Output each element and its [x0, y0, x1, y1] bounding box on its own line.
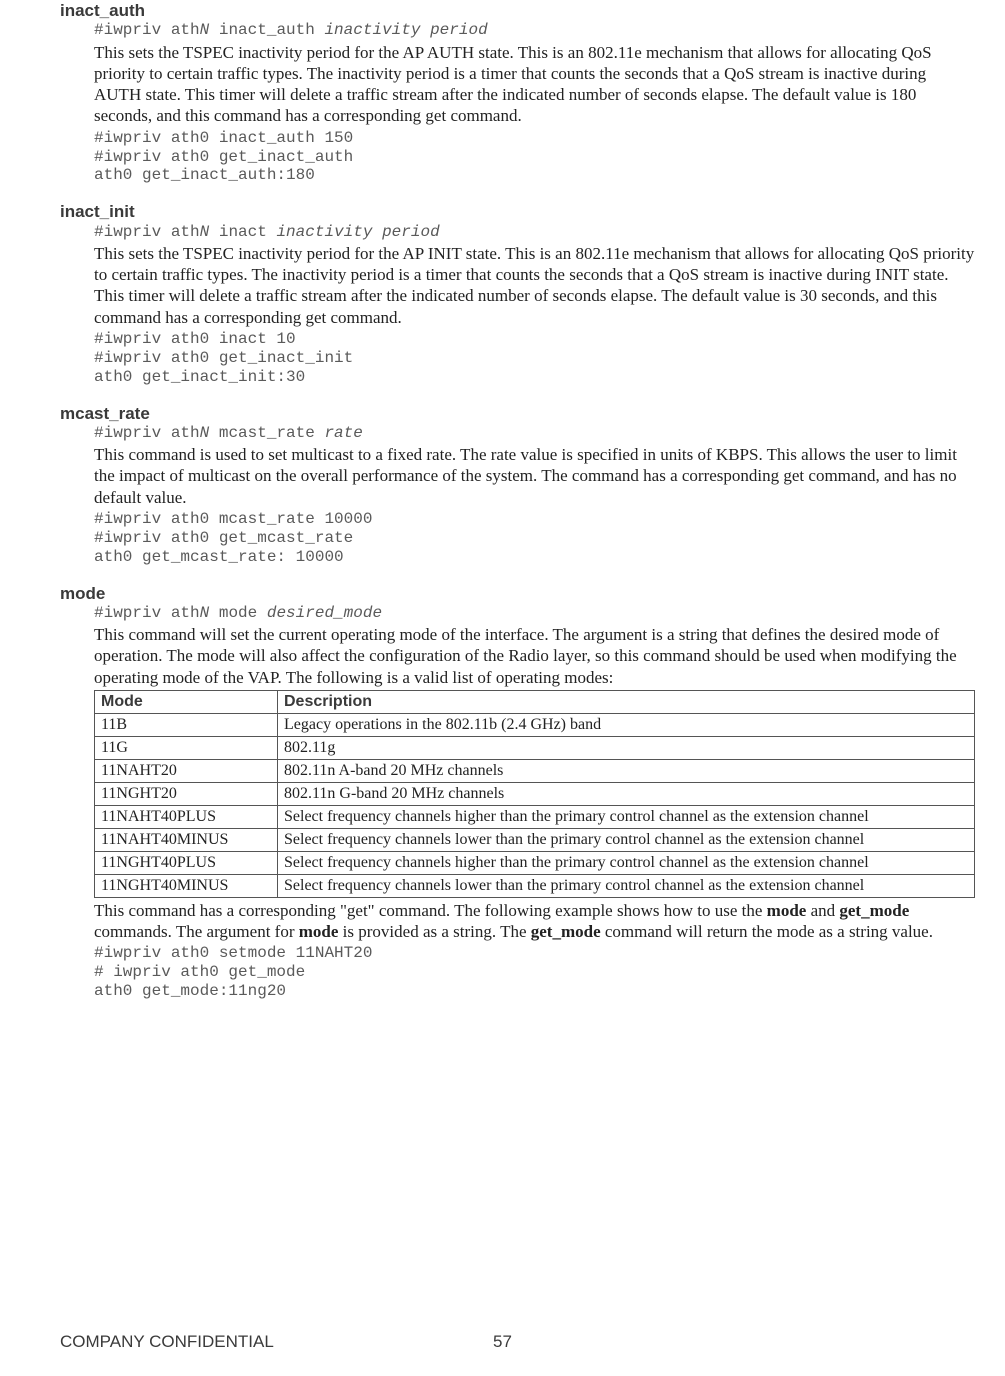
entry-title: inact_init — [60, 201, 975, 222]
post-table-text: This command has a corresponding "get" c… — [94, 900, 975, 943]
syntax-prefix: #iwpriv ath — [94, 223, 200, 241]
text: is provided as a string. The — [338, 922, 530, 941]
syntax-var: N — [200, 223, 210, 241]
footer-confidential: COMPANY CONFIDENTIAL — [60, 1331, 274, 1352]
example-block: #iwpriv ath0 inact 10 #iwpriv ath0 get_i… — [94, 330, 975, 387]
table-row: 11G802.11g — [95, 736, 975, 759]
table-row: 11NGHT20802.11n G-band 20 MHz channels — [95, 782, 975, 805]
syntax-var: inactivity period — [276, 223, 439, 241]
entry-mode: mode #iwpriv athN mode desired_mode This… — [60, 583, 975, 1002]
description: This command is used to set multicast to… — [94, 444, 975, 508]
example-block: #iwpriv ath0 setmode 11NAHT20 # iwpriv a… — [94, 944, 975, 1001]
syntax-var: N — [200, 424, 210, 442]
cell-mode: 11NGHT20 — [95, 782, 278, 805]
mode-table-head: Mode Description — [95, 690, 975, 713]
cell-mode: 11NGHT40MINUS — [95, 874, 278, 897]
entry-title: mode — [60, 583, 975, 604]
entry-body: #iwpriv athN mcast_rate rate This comman… — [94, 424, 975, 567]
cell-description: 802.11g — [278, 736, 975, 759]
text: This command has a corresponding "get" c… — [94, 901, 767, 920]
table-row: 11BLegacy operations in the 802.11b (2.4… — [95, 713, 975, 736]
term-mode: mode — [767, 901, 807, 920]
page: inact_auth #iwpriv athN inact_auth inact… — [0, 0, 1005, 1376]
syntax-mid: mode — [209, 604, 267, 622]
cell-mode: 11NAHT40MINUS — [95, 828, 278, 851]
text: command will return the mode as a string… — [601, 922, 933, 941]
col-header-mode: Mode — [95, 690, 278, 713]
cell-mode: 11NGHT40PLUS — [95, 851, 278, 874]
entry-body: #iwpriv athN mode desired_mode This comm… — [94, 604, 975, 1001]
entry-title: inact_auth — [60, 0, 975, 21]
entry-mcast-rate: mcast_rate #iwpriv athN mcast_rate rate … — [60, 403, 975, 567]
cell-mode: 11G — [95, 736, 278, 759]
cell-description: 802.11n G-band 20 MHz channels — [278, 782, 975, 805]
example-block: #iwpriv ath0 inact_auth 150 #iwpriv ath0… — [94, 129, 975, 186]
syntax-var: N — [200, 21, 210, 39]
table-row: 11NGHT40PLUSSelect frequency channels hi… — [95, 851, 975, 874]
syntax-line: #iwpriv athN inact_auth inactivity perio… — [94, 21, 975, 39]
term-mode: mode — [299, 922, 339, 941]
page-footer: COMPANY CONFIDENTIAL 57 — [0, 1331, 1005, 1352]
entry-title: mcast_rate — [60, 403, 975, 424]
text: and — [806, 901, 839, 920]
description: This sets the TSPEC inactivity period fo… — [94, 243, 975, 328]
description: This sets the TSPEC inactivity period fo… — [94, 42, 975, 127]
description: This command will set the current operat… — [94, 624, 975, 688]
table-row: 11NAHT40MINUSSelect frequency channels l… — [95, 828, 975, 851]
syntax-mid: inact — [209, 223, 276, 241]
syntax-line: #iwpriv athN mcast_rate rate — [94, 424, 975, 442]
cell-mode: 11NAHT20 — [95, 759, 278, 782]
syntax-line: #iwpriv athN inact inactivity period — [94, 223, 975, 241]
col-header-description: Description — [278, 690, 975, 713]
entry-body: #iwpriv athN inact_auth inactivity perio… — [94, 21, 975, 185]
syntax-var: N — [200, 604, 210, 622]
term-get-mode: get_mode — [839, 901, 909, 920]
table-row: 11NAHT40PLUSSelect frequency channels hi… — [95, 805, 975, 828]
syntax-mid: inact_auth — [209, 21, 324, 39]
syntax-line: #iwpriv athN mode desired_mode — [94, 604, 975, 622]
mode-table-body: 11BLegacy operations in the 802.11b (2.4… — [95, 713, 975, 897]
table-row: 11NAHT20802.11n A-band 20 MHz channels — [95, 759, 975, 782]
entry-inact-auth: inact_auth #iwpriv athN inact_auth inact… — [60, 0, 975, 185]
table-row: 11NGHT40MINUSSelect frequency channels l… — [95, 874, 975, 897]
cell-description: Select frequency channels lower than the… — [278, 828, 975, 851]
syntax-prefix: #iwpriv ath — [94, 604, 200, 622]
cell-description: Select frequency channels higher than th… — [278, 851, 975, 874]
syntax-var: rate — [324, 424, 362, 442]
cell-mode: 11B — [95, 713, 278, 736]
cell-description: Select frequency channels higher than th… — [278, 805, 975, 828]
syntax-prefix: #iwpriv ath — [94, 424, 200, 442]
footer-page-number: 57 — [493, 1331, 512, 1352]
syntax-var: desired_mode — [267, 604, 382, 622]
syntax-var: inactivity period — [324, 21, 487, 39]
cell-description: Select frequency channels lower than the… — [278, 874, 975, 897]
cell-mode: 11NAHT40PLUS — [95, 805, 278, 828]
table-header-row: Mode Description — [95, 690, 975, 713]
entry-inact-init: inact_init #iwpriv athN inact inactivity… — [60, 201, 975, 386]
cell-description: Legacy operations in the 802.11b (2.4 GH… — [278, 713, 975, 736]
syntax-mid: mcast_rate — [209, 424, 324, 442]
mode-table: Mode Description 11BLegacy operations in… — [94, 690, 975, 898]
syntax-prefix: #iwpriv ath — [94, 21, 200, 39]
cell-description: 802.11n A-band 20 MHz channels — [278, 759, 975, 782]
text: commands. The argument for — [94, 922, 299, 941]
example-block: #iwpriv ath0 mcast_rate 10000 #iwpriv at… — [94, 510, 975, 567]
term-get-mode: get_mode — [531, 922, 601, 941]
entry-body: #iwpriv athN inact inactivity period Thi… — [94, 223, 975, 387]
